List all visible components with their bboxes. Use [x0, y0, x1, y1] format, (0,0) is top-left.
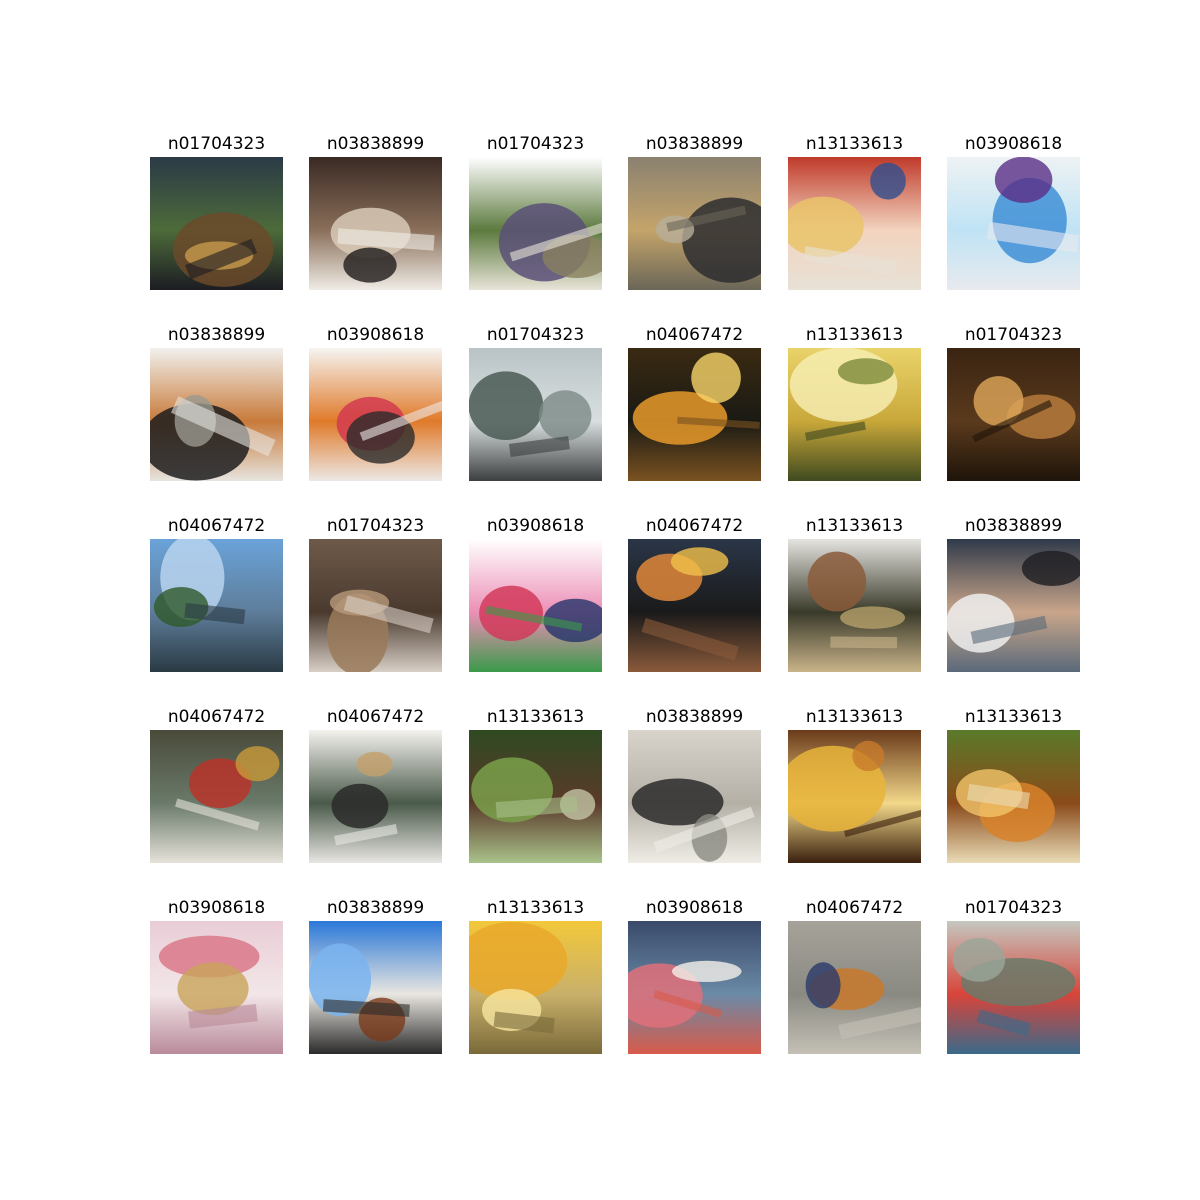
cell-label: n04067472: [805, 898, 904, 918]
cell-label: n13133613: [805, 707, 904, 727]
thumbnail-image: [788, 348, 921, 481]
thumbnail-picture: [469, 539, 602, 672]
thumbnail-image: [788, 539, 921, 672]
thumbnail-picture: [628, 921, 761, 1054]
thumbnail-image: [947, 539, 1080, 672]
cell-label: n13133613: [964, 707, 1063, 727]
thumbnail-picture: [947, 730, 1080, 863]
cell-label: n03838899: [645, 134, 744, 154]
cell-label: n03908618: [326, 325, 425, 345]
thumbnail-picture: [947, 921, 1080, 1054]
thumbnail-image: [628, 157, 761, 290]
thumbnail-picture: [309, 348, 442, 481]
cell-label: n13133613: [486, 898, 585, 918]
thumbnail-image: [309, 539, 442, 672]
cell-label: n04067472: [167, 707, 266, 727]
thumbnail-picture: [788, 730, 921, 863]
thumbnail-picture: [150, 157, 283, 290]
cell-label: n03838899: [645, 707, 744, 727]
thumbnail-picture: [469, 157, 602, 290]
cell-label: n01704323: [964, 898, 1063, 918]
thumbnail-picture: [150, 539, 283, 672]
thumbnail-picture: [788, 157, 921, 290]
thumbnail-image: [469, 730, 602, 863]
thumbnail-image: [947, 348, 1080, 481]
thumbnail-image: [628, 730, 761, 863]
cell-label: n01704323: [486, 134, 585, 154]
thumbnail-picture: [469, 348, 602, 481]
thumbnail-picture: [309, 730, 442, 863]
thumbnail-picture: [309, 539, 442, 672]
thumbnail-image: [469, 348, 602, 481]
thumbnail-picture: [947, 157, 1080, 290]
thumbnail-image: [469, 539, 602, 672]
thumbnail-image: [150, 157, 283, 290]
thumbnail-image: [628, 921, 761, 1054]
cell-label: n03838899: [167, 325, 266, 345]
cell-label: n03908618: [167, 898, 266, 918]
thumbnail-image: [469, 921, 602, 1054]
thumbnail-picture: [150, 348, 283, 481]
thumbnail-picture: [788, 921, 921, 1054]
thumbnail-image: [309, 157, 442, 290]
cell-label: n03838899: [326, 898, 425, 918]
thumbnail-picture: [309, 921, 442, 1054]
thumbnail-image: [788, 157, 921, 290]
thumbnail-image: [150, 730, 283, 863]
cell-label: n03908618: [964, 134, 1063, 154]
thumbnail-image: [947, 730, 1080, 863]
cell-label: n03908618: [486, 516, 585, 536]
thumbnail-image: [469, 157, 602, 290]
cell-label: n13133613: [805, 134, 904, 154]
thumbnail-picture: [947, 539, 1080, 672]
cell-label: n03838899: [326, 134, 425, 154]
cell-label: n04067472: [645, 516, 744, 536]
cell-label: n03838899: [964, 516, 1063, 536]
cell-label: n03908618: [645, 898, 744, 918]
thumbnail-image: [150, 539, 283, 672]
thumbnail-image: [788, 730, 921, 863]
thumbnail-picture: [469, 921, 602, 1054]
cell-label: n13133613: [486, 707, 585, 727]
thumbnail-picture: [628, 539, 761, 672]
thumbnail-image: [150, 348, 283, 481]
thumbnail-picture: [628, 157, 761, 290]
cell-label: n04067472: [645, 325, 744, 345]
cell-label: n04067472: [326, 707, 425, 727]
cell-label: n01704323: [326, 516, 425, 536]
thumbnail-image: [947, 157, 1080, 290]
thumbnail-picture: [628, 348, 761, 481]
thumbnail-image: [309, 921, 442, 1054]
thumbnail-picture: [788, 348, 921, 481]
thumbnail-image: [628, 348, 761, 481]
thumbnail-picture: [309, 157, 442, 290]
thumbnail-picture: [150, 921, 283, 1054]
thumbnail-image: [309, 348, 442, 481]
cell-label: n13133613: [805, 516, 904, 536]
thumbnail-image: [947, 921, 1080, 1054]
thumbnail-picture: [947, 348, 1080, 481]
thumbnail-picture: [788, 539, 921, 672]
thumbnail-image: [628, 539, 761, 672]
thumbnail-image: [309, 730, 442, 863]
thumbnail-image: [150, 921, 283, 1054]
cell-label: n04067472: [167, 516, 266, 536]
thumbnail-picture: [150, 730, 283, 863]
thumbnail-picture: [628, 730, 761, 863]
cell-label: n01704323: [486, 325, 585, 345]
thumbnail-image: [788, 921, 921, 1054]
thumbnail-picture: [469, 730, 602, 863]
cell-label: n01704323: [167, 134, 266, 154]
image-grid: n01704323 n03838899 n01704323 n03838899 n131…: [0, 0, 1200, 1200]
cell-label: n13133613: [805, 325, 904, 345]
cell-label: n01704323: [964, 325, 1063, 345]
